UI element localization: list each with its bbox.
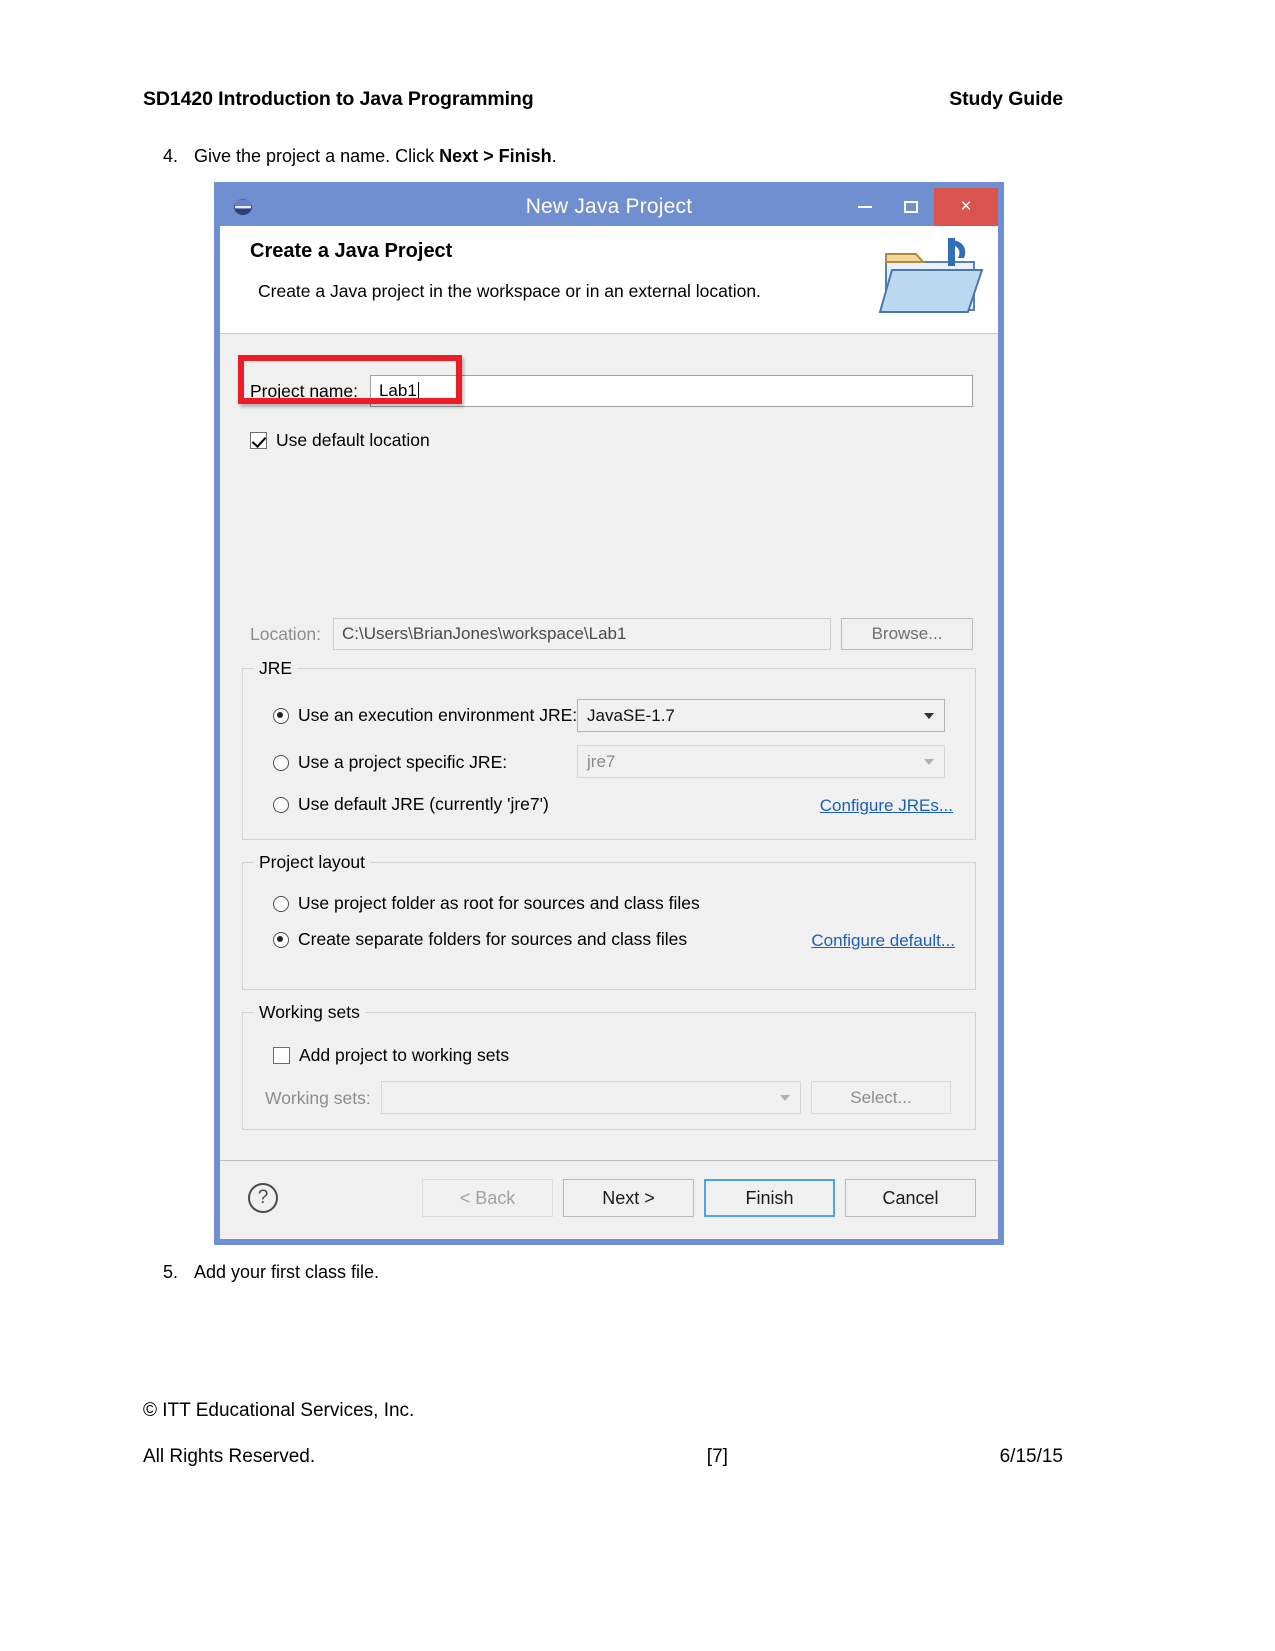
footer-bottom-line: All Rights Reserved. [7] 6/15/15 — [143, 1446, 1063, 1468]
minimize-button[interactable] — [842, 188, 888, 226]
cancel-button[interactable]: Cancel — [845, 1179, 976, 1217]
course-title: SD1420 Introduction to Java Programming — [143, 88, 534, 110]
radio-project-specific-jre-label: Use a project specific JRE: — [298, 752, 508, 772]
radio-unselected-icon — [273, 895, 289, 912]
working-sets-group-legend: Working sets — [254, 1002, 365, 1023]
jre-group-legend: JRE — [254, 658, 298, 679]
radio-project-folder-root[interactable]: Use project folder as root for sources a… — [273, 893, 700, 914]
step-item-4: 4. Give the project a name. Click Next >… — [142, 145, 557, 168]
jre-group: JRE Use an execution environment JRE: Ja… — [242, 658, 976, 840]
chevron-down-icon — [924, 758, 934, 765]
add-project-to-working-sets-checkbox[interactable]: Add project to working sets — [273, 1045, 509, 1066]
minimize-icon — [858, 206, 872, 208]
step-text-after: . — [551, 146, 557, 166]
radio-project-folder-root-label: Use project folder as root for sources a… — [298, 893, 700, 913]
chevron-down-icon — [924, 712, 934, 719]
step-text-before: Give the project a name. Click — [194, 146, 440, 166]
location-row: Location: C:\Users\BrianJones\workspace\… — [250, 618, 973, 650]
project-name-row: Project name: Lab1 — [250, 375, 973, 407]
dialog-footer-buttons: < Back Next > Finish Cancel — [422, 1179, 976, 1217]
document-page: SD1420 Introduction to Java Programming … — [0, 0, 1275, 1651]
maximize-button[interactable] — [888, 188, 934, 226]
location-label: Location: — [250, 623, 322, 644]
page-number: [7] — [706, 1446, 728, 1467]
add-project-to-working-sets-label: Add project to working sets — [299, 1045, 510, 1065]
dialog-body: Project name: Lab1 Use default location … — [220, 334, 998, 1161]
step-item-5: 5. Add your first class file. — [142, 1261, 379, 1284]
step-text: Give the project a name. Click Next > Fi… — [194, 145, 557, 168]
radio-selected-icon — [273, 931, 289, 948]
project-specific-jre-combo-value: jre7 — [587, 751, 616, 771]
radio-project-specific-jre[interactable]: Use a project specific JRE: — [273, 752, 507, 773]
select-working-sets-button[interactable]: Select... — [811, 1081, 951, 1114]
project-layout-group: Project layout Use project folder as roo… — [242, 852, 976, 990]
step-text-separator: > — [478, 146, 499, 166]
footer-date: 6/15/15 — [999, 1446, 1063, 1467]
execution-environment-combo[interactable]: JavaSE-1.7 — [577, 699, 945, 732]
new-java-project-dialog: New Java Project × Create a Java Project… — [214, 182, 1004, 1245]
step-bold-finish: Finish — [498, 146, 552, 166]
maximize-icon — [904, 201, 918, 213]
radio-separate-folders[interactable]: Create separate folders for sources and … — [273, 929, 687, 950]
project-layout-group-legend: Project layout — [254, 852, 371, 873]
document-footer: © ITT Educational Services, Inc. All Rig… — [143, 1400, 1063, 1468]
project-specific-jre-combo[interactable]: jre7 — [577, 745, 945, 778]
step-number: 5. — [162, 1262, 178, 1282]
radio-unselected-icon — [273, 796, 289, 813]
finish-button[interactable]: Finish — [704, 1179, 835, 1217]
working-sets-combo[interactable] — [381, 1081, 801, 1114]
step-text: Add your first class file. — [194, 1262, 380, 1282]
radio-unselected-icon — [273, 754, 289, 771]
dialog-titlebar[interactable]: New Java Project × — [220, 188, 998, 226]
radio-default-jre[interactable]: Use default JRE (currently 'jre7') — [273, 794, 549, 815]
dialog-header-band: Create a Java Project Create a Java proj… — [220, 226, 998, 334]
checkbox-unchecked-icon — [273, 1047, 290, 1064]
document-header: SD1420 Introduction to Java Programming … — [143, 88, 1063, 111]
project-name-input[interactable]: Lab1 — [369, 375, 973, 407]
java-project-folder-icon — [878, 232, 988, 322]
copyright-line: © ITT Educational Services, Inc. — [143, 1400, 415, 1421]
dialog-footer: ? < Back Next > Finish Cancel — [220, 1160, 998, 1239]
next-button[interactable]: Next > — [563, 1179, 694, 1217]
radio-selected-icon — [273, 707, 289, 724]
execution-environment-combo-value: JavaSE-1.7 — [587, 705, 675, 725]
checkbox-checked-icon — [250, 432, 267, 449]
step-bold-next: Next — [439, 146, 479, 166]
step-number: 4. — [162, 146, 178, 166]
location-input[interactable]: C:\Users\BrianJones\workspace\Lab1 — [333, 618, 831, 650]
browse-button[interactable]: Browse... — [841, 618, 973, 650]
configure-jres-link[interactable]: Configure JREs... — [820, 796, 953, 816]
chevron-down-icon — [780, 1094, 790, 1101]
project-name-label: Project name: — [250, 380, 358, 401]
use-default-location-label: Use default location — [276, 430, 430, 450]
working-sets-group: Working sets Add project to working sets… — [242, 1002, 976, 1130]
help-icon[interactable]: ? — [248, 1183, 278, 1213]
radio-default-jre-label: Use default JRE (currently 'jre7') — [298, 794, 549, 814]
back-button[interactable]: < Back — [422, 1179, 553, 1217]
use-default-location-checkbox[interactable]: Use default location — [250, 430, 430, 451]
window-controls: × — [842, 188, 998, 226]
rights-reserved-label: All Rights Reserved. — [143, 1446, 316, 1467]
working-sets-combo-label: Working sets: — [265, 1088, 371, 1108]
project-name-value: Lab1 — [378, 381, 417, 400]
document-type-label: Study Guide — [949, 88, 1063, 110]
radio-execution-environment-jre[interactable]: Use an execution environment JRE: — [273, 705, 577, 726]
text-caret — [417, 381, 419, 401]
configure-default-link[interactable]: Configure default... — [811, 931, 955, 951]
radio-execution-environment-jre-label: Use an execution environment JRE: — [298, 705, 578, 725]
radio-separate-folders-label: Create separate folders for sources and … — [298, 929, 688, 949]
close-button[interactable]: × — [934, 188, 998, 226]
location-value: C:\Users\BrianJones\workspace\Lab1 — [342, 624, 627, 643]
